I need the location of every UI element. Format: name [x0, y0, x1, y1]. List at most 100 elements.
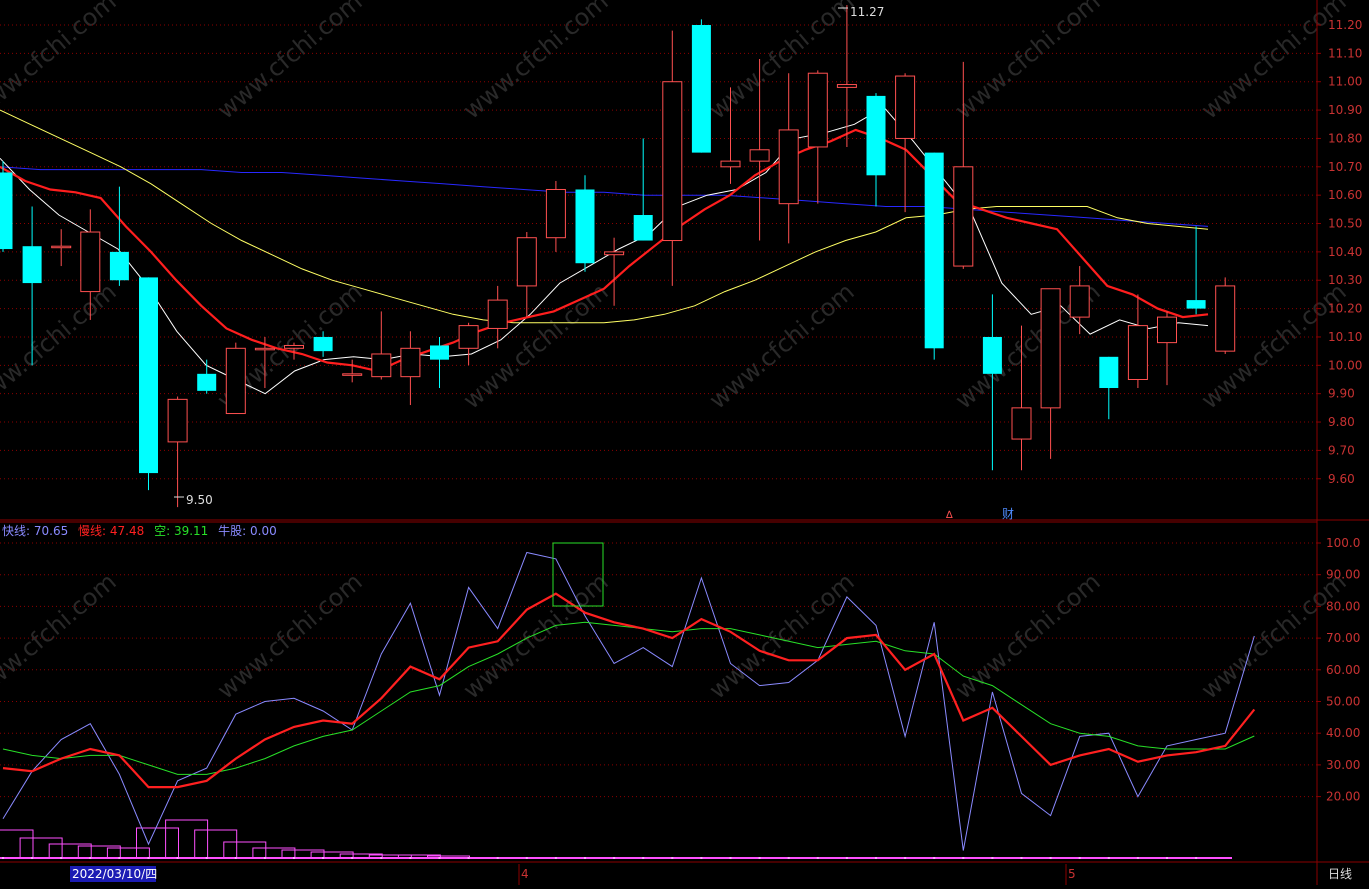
niu-dot: [787, 857, 790, 859]
period-label[interactable]: 日线: [1328, 867, 1352, 881]
niu-dot: [671, 857, 674, 859]
legend-fast: 快线: 70.65: [2, 524, 69, 538]
legend-niu: 牛股: 0.00: [218, 524, 277, 538]
candle-body: [1011, 407, 1032, 440]
candle-body: [139, 277, 158, 474]
candle-body: [516, 237, 537, 287]
candlestick-series: [0, 5, 1236, 508]
niu-dot: [904, 857, 907, 859]
indicator-tick-label: 50.00: [1326, 695, 1360, 709]
candle-body: [313, 336, 333, 352]
candle-body: [371, 353, 392, 378]
candle-body: [22, 246, 42, 284]
price-tick-label: 10.00: [1328, 358, 1362, 372]
niu-dot: [89, 857, 92, 859]
indicator-tick-label: 70.00: [1326, 631, 1360, 645]
niu-dot: [118, 857, 121, 859]
candle-body: [749, 149, 770, 162]
niu-dot: [31, 857, 34, 859]
niu-dot: [642, 857, 645, 859]
niu-dot: [496, 857, 499, 859]
candle: [807, 70, 828, 204]
niu-histogram: [0, 819, 1232, 859]
niu-bar: [19, 837, 63, 859]
niu-dot: [205, 857, 208, 859]
price-tick-label: 9.80: [1328, 415, 1355, 429]
candle-body: [1215, 285, 1236, 352]
candle-body: [225, 347, 246, 415]
candle-body: [400, 347, 421, 378]
price-tick-label: 10.90: [1328, 103, 1362, 117]
niu-bar: [194, 829, 238, 859]
candle: [371, 311, 392, 380]
candle-body: [487, 299, 508, 329]
niu-dot: [933, 857, 936, 859]
candle-body: [866, 95, 886, 176]
niu-bar: [223, 841, 267, 859]
price-tick-label: 10.80: [1328, 131, 1362, 145]
watermark-text: www.cfchi.com: [950, 0, 1106, 125]
price-tick-label: 11.10: [1328, 46, 1362, 60]
niu-dot: [1107, 857, 1110, 859]
candle-body: [51, 245, 72, 249]
price-tick-label: 9.60: [1328, 472, 1355, 486]
watermark-text: www.cfchi.com: [212, 567, 368, 704]
candle: [225, 342, 246, 415]
watermark-text: www.cfchi.com: [0, 567, 122, 704]
candle-body: [633, 215, 653, 241]
candle: [167, 396, 188, 508]
candle: [866, 93, 886, 207]
candle: [575, 175, 595, 272]
watermark-text: www.cfchi.com: [950, 567, 1106, 704]
x-axis: 2022/03/10/四 4 5 日线: [70, 864, 1352, 885]
niu-bar: [281, 849, 325, 859]
candle-body: [982, 336, 1002, 374]
legend-kong: 空: 39.11: [154, 524, 209, 538]
watermark-text: www.cfchi.com: [458, 567, 614, 704]
candle-body: [953, 166, 974, 267]
candle: [342, 359, 363, 383]
candle: [109, 186, 129, 286]
candle-body: [691, 25, 711, 153]
slow-line: [2, 592, 1256, 789]
candle: [691, 19, 711, 153]
candle-body: [109, 251, 129, 281]
niu-dot: [525, 857, 528, 859]
candle-body: [254, 347, 275, 351]
price-tick-label: 9.70: [1328, 443, 1355, 457]
candle: [895, 73, 916, 213]
indicator-tick-label: 100.0: [1326, 536, 1360, 550]
niu-dot: [700, 857, 703, 859]
indicator-tick-label: 40.00: [1326, 726, 1360, 740]
niu-dot: [845, 857, 848, 859]
indicator-grid: [0, 542, 1317, 798]
indicator-legend: 快线: 70.65 慢线: 47.48 空: 39.11 牛股: 0.00: [2, 522, 283, 539]
niu-dot: [467, 857, 470, 859]
niu-bar: [165, 819, 209, 859]
candle: [51, 229, 72, 267]
price-tick-label: 11.00: [1328, 75, 1362, 89]
watermark-text: www.cfchi.com: [212, 0, 368, 125]
legend-slow: 慢线: 47.48: [78, 524, 145, 538]
low-marker: 9.50: [174, 493, 213, 507]
candle-body: [0, 172, 13, 250]
event-marker-icon[interactable]: ∆: [945, 510, 953, 521]
candle-body: [1069, 285, 1090, 318]
niu-dot: [729, 857, 732, 859]
niu-dot: [991, 857, 994, 859]
price-grid: [0, 24, 1317, 480]
kong-line: [2, 621, 1255, 775]
candle: [0, 161, 13, 252]
niu-dot: [263, 857, 266, 859]
price-tick-label: 11.20: [1328, 18, 1362, 32]
niu-dot: [176, 857, 179, 859]
watermark-text: www.cfchi.com: [458, 0, 614, 125]
ma60-line: [0, 166, 1209, 227]
candle-body: [575, 189, 595, 264]
financial-report-marker[interactable]: 财: [1002, 507, 1014, 521]
niu-dot: [962, 857, 965, 859]
watermark-text: www.cfchi.com: [704, 0, 860, 125]
price-tick-label: 10.40: [1328, 245, 1362, 259]
candle-body: [80, 231, 101, 293]
candle: [633, 138, 653, 241]
